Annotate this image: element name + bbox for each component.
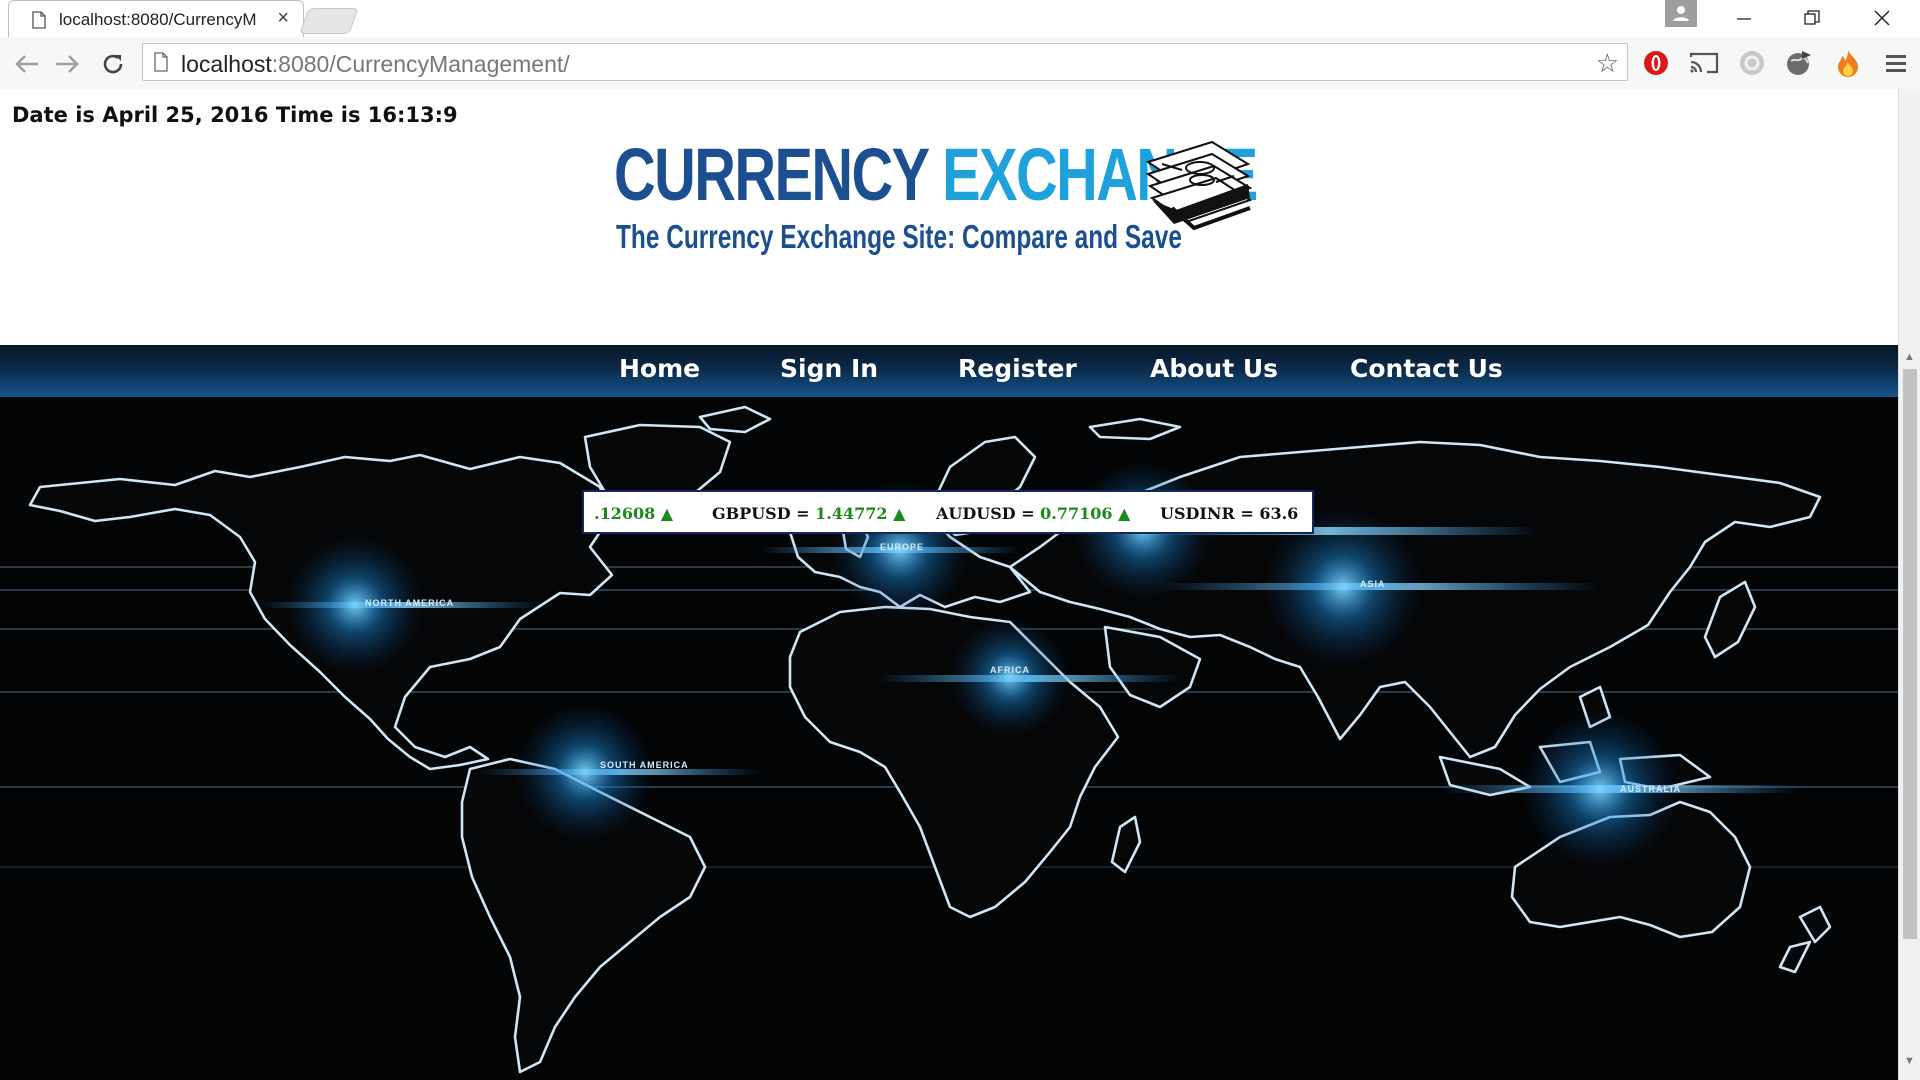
globe-extension-icon[interactable] <box>1784 47 1816 79</box>
map-label-north-america: NORTH AMERICA <box>365 598 454 608</box>
nav-sign-in[interactable]: Sign In <box>780 354 878 383</box>
money-stack-icon <box>1145 140 1252 231</box>
ticker-quote-audusd: AUDUSD = 0.77106 ▲ <box>936 504 1131 523</box>
ticker-quote-gbpusd: GBPUSD = 1.44772 ▲ <box>712 504 906 523</box>
forward-icon[interactable] <box>52 49 82 79</box>
fire-extension-icon[interactable] <box>1832 47 1864 79</box>
reload-icon[interactable] <box>98 49 128 79</box>
nav-about-us[interactable]: About Us <box>1150 354 1278 383</box>
currency-exchange-logo[interactable]: CURRENCY EXCHANGE The Currency Exchange … <box>612 134 1258 269</box>
cast-icon[interactable] <box>1688 47 1720 79</box>
browser-toolbar: localhost:8080/CurrencyManagement/ ☆ <box>0 37 1920 90</box>
currency-ticker[interactable]: .12608 ▲ GBPUSD = 1.44772 ▲ AUDUSD = 0.7… <box>582 490 1314 534</box>
scroll-down-arrow-icon[interactable]: ▼ <box>1904 1055 1915 1067</box>
ticker-quote-usdinr: USDINR = 63.6 <box>1160 504 1299 523</box>
tab-title: localhost:8080/CurrencyM <box>59 10 257 29</box>
tab-strip: localhost:8080/CurrencyM × <box>0 0 1920 38</box>
chrome-menu-icon[interactable] <box>1880 47 1912 79</box>
scrollbar-thumb[interactable] <box>1903 369 1917 939</box>
bookmark-star-icon[interactable]: ☆ <box>1596 48 1619 79</box>
map-label-asia: ASIA <box>1360 579 1386 589</box>
browser-tab[interactable]: localhost:8080/CurrencyM × <box>8 0 304 37</box>
extension-circle-icon[interactable] <box>1736 47 1768 79</box>
url-text: localhost:8080/CurrencyManagement/ <box>181 51 570 77</box>
nav-home[interactable]: Home <box>619 354 700 383</box>
page-scrollbar[interactable]: ▲ ▼ <box>1898 89 1920 1080</box>
page-info-icon[interactable] <box>153 52 169 77</box>
main-nav: Home Sign In Register About Us Contact U… <box>0 345 1898 397</box>
opera-extension-icon[interactable] <box>1640 47 1672 79</box>
nav-register[interactable]: Register <box>958 354 1077 383</box>
profile-icon[interactable] <box>1665 0 1697 27</box>
restore-icon[interactable] <box>1784 2 1840 34</box>
minimize-icon[interactable] <box>1716 2 1772 34</box>
map-label-australia: AUSTRALIA <box>1620 784 1681 794</box>
ticker-quote: .12608 ▲ <box>594 504 674 523</box>
map-label-south-america: SOUTH AMERICA <box>600 760 689 770</box>
new-tab-button[interactable] <box>299 8 359 34</box>
page-icon <box>31 11 47 34</box>
close-window-icon[interactable] <box>1854 2 1910 34</box>
tab-close-icon[interactable]: × <box>277 7 289 30</box>
map-label-africa: AFRICA <box>990 665 1030 675</box>
logo-tagline: The Currency Exchange Site: Compare and … <box>616 218 1182 255</box>
address-bar[interactable]: localhost:8080/CurrencyManagement/ ☆ <box>142 43 1628 81</box>
map-label-europe: EUROPE <box>880 542 924 552</box>
date-time-text: Date is April 25, 2016 Time is 16:13:9 <box>12 103 458 127</box>
nav-contact-us[interactable]: Contact Us <box>1350 354 1503 383</box>
page-viewport: Date is April 25, 2016 Time is 16:13:9 C… <box>0 89 1898 1080</box>
scroll-up-arrow-icon[interactable]: ▲ <box>1904 351 1915 363</box>
back-icon[interactable] <box>12 49 42 79</box>
